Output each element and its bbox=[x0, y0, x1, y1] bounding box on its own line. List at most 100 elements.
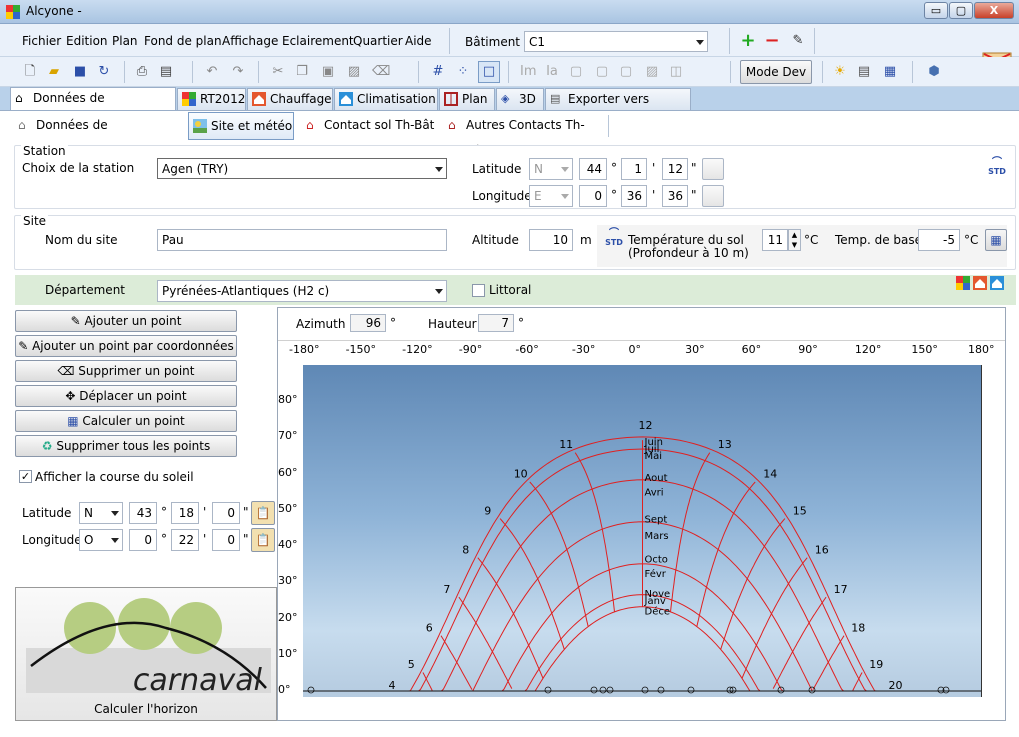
close-button[interactable]: X bbox=[974, 2, 1014, 19]
eraser-icon[interactable]: ⌫ bbox=[372, 64, 390, 80]
base-temp-input[interactable]: -5 bbox=[918, 229, 960, 251]
hour-label: 15 bbox=[793, 505, 807, 518]
left-lat-min-input[interactable]: 18 bbox=[171, 502, 199, 524]
batiment-select[interactable]: C1 bbox=[524, 31, 708, 52]
hatch-zone-icon[interactable]: ▨ bbox=[644, 64, 660, 80]
calculate-horizon-button[interactable]: carnaval Calculer l'horizon bbox=[15, 587, 277, 721]
toolbar-separator bbox=[258, 61, 259, 83]
station-lat-sec-input[interactable]: 12 bbox=[662, 158, 688, 180]
menu-plan[interactable]: Plan bbox=[112, 34, 138, 48]
station-lon-sec-input[interactable]: 36 bbox=[662, 185, 688, 207]
menu-eclairement[interactable]: Eclairement bbox=[282, 34, 354, 48]
open-folder-icon[interactable]: ▰ bbox=[46, 64, 62, 80]
station-lat-min-input[interactable]: 1 bbox=[621, 158, 647, 180]
paste-lat-icon[interactable]: 📋 bbox=[251, 501, 275, 525]
add-point-button[interactable]: ✎ Ajouter un point bbox=[15, 310, 237, 332]
sec-symbol: " bbox=[691, 188, 697, 202]
refresh-icon[interactable]: ↻ bbox=[96, 64, 112, 80]
station-lon-min-input[interactable]: 36 bbox=[621, 185, 647, 207]
tab-chauffage[interactable]: Chauffage bbox=[247, 88, 333, 110]
undo-icon[interactable]: ↶ bbox=[204, 64, 220, 80]
table-icon[interactable]: ▦ bbox=[882, 64, 898, 80]
text-box-icon[interactable]: ▢ bbox=[568, 64, 584, 80]
new-file-icon[interactable]: 🗋 bbox=[22, 64, 38, 80]
sun-icon[interactable]: ☀ bbox=[832, 64, 848, 80]
left-lon-min-input[interactable]: 22 bbox=[171, 529, 199, 551]
departement-select[interactable]: Pyrénées-Atlantiques (H2 c) bbox=[157, 280, 447, 302]
print-preview-icon[interactable]: ▤ bbox=[158, 64, 174, 80]
left-lat-hemisphere-select[interactable]: N bbox=[79, 502, 123, 524]
site-name-input[interactable]: Pau bbox=[157, 229, 447, 251]
std-icon[interactable]: ⌒ STD bbox=[986, 158, 1008, 178]
measure-icon[interactable]: Im bbox=[520, 64, 537, 80]
calculator-icon[interactable]: ▦ bbox=[985, 229, 1007, 251]
tab-climatisation[interactable]: Climatisation bbox=[334, 88, 438, 110]
pen-icon[interactable]: ✎ bbox=[790, 33, 806, 49]
dot-grid-icon[interactable]: ⁘ bbox=[455, 64, 471, 80]
print-icon[interactable]: ⎙ bbox=[134, 64, 150, 80]
menu-fichier[interactable]: Fichier bbox=[22, 34, 61, 48]
tab-exporter-pleiades[interactable]: ▤Exporter vers Pleiades bbox=[545, 88, 691, 126]
frame-icon[interactable]: □ bbox=[478, 61, 500, 83]
add-icon[interactable]: + bbox=[740, 32, 756, 50]
grid-icon[interactable]: # bbox=[430, 64, 446, 80]
copy-icon[interactable]: ❐ bbox=[294, 64, 310, 80]
menu-edition[interactable]: Edition bbox=[66, 34, 108, 48]
menu-aide[interactable]: Aide bbox=[405, 34, 432, 48]
remove-icon[interactable]: − bbox=[764, 32, 780, 50]
shape-icon[interactable]: ◫ bbox=[668, 64, 684, 80]
menu-fond-de-plan[interactable]: Fond de plan bbox=[144, 34, 222, 48]
window-blind-icon[interactable]: ▤ bbox=[856, 64, 872, 80]
paste-lon-icon[interactable]: 📋 bbox=[251, 528, 275, 552]
energy-labels-icon[interactable] bbox=[956, 276, 1004, 290]
delete-point-button[interactable]: ⌫ Supprimer un point bbox=[15, 360, 237, 382]
add-point-coords-button[interactable]: ✎ Ajouter un point par coordonnées bbox=[15, 335, 237, 357]
paste-icon[interactable]: ▣ bbox=[320, 64, 336, 80]
subtab-autres-contacts[interactable]: ⌂Autres Contacts Th-Bât bbox=[444, 112, 604, 158]
subtab-site-meteo[interactable]: Site et météo bbox=[188, 112, 294, 140]
soil-temp-spinner[interactable]: ▲ ▼ bbox=[788, 229, 801, 251]
menu-quartier[interactable]: Quartier bbox=[353, 34, 403, 48]
station-lat-extra-button[interactable] bbox=[702, 158, 724, 180]
station-lat-hemisphere-select[interactable]: N bbox=[529, 158, 573, 180]
left-lat-sec-input[interactable]: 0 bbox=[212, 502, 240, 524]
left-lon-hemisphere-select[interactable]: O bbox=[79, 529, 123, 551]
station-select[interactable]: Agen (TRY) bbox=[157, 158, 447, 179]
export-icon[interactable]: ⬢ bbox=[926, 64, 942, 80]
tab-3d[interactable]: ◈ 3D bbox=[496, 88, 544, 110]
show-sun-course-checkbox[interactable]: ✓ bbox=[19, 470, 32, 483]
tab-rt2012[interactable]: RT2012 bbox=[177, 88, 246, 110]
left-lon-sec-input[interactable]: 0 bbox=[212, 529, 240, 551]
minimize-button[interactable]: ▭ bbox=[924, 2, 948, 19]
room-icon[interactable]: ▢ bbox=[594, 64, 610, 80]
littoral-checkbox[interactable] bbox=[472, 284, 485, 297]
altitude-input[interactable]: 10 bbox=[529, 229, 573, 251]
label-icon[interactable]: Ia bbox=[544, 64, 560, 80]
menu-affichage[interactable]: Affichage bbox=[222, 34, 278, 48]
room-alt-icon[interactable]: ▢ bbox=[618, 64, 634, 80]
departement-label: Département bbox=[45, 283, 125, 297]
station-lon-deg-input[interactable]: 0 bbox=[579, 185, 607, 207]
subtab-donnees-construction[interactable]: ⌂Données de construction bbox=[14, 112, 182, 158]
maximize-button[interactable]: ▢ bbox=[949, 2, 973, 19]
soil-temp-input[interactable]: 11 bbox=[762, 229, 788, 251]
compute-point-button[interactable]: ▦ Calculer un point bbox=[15, 410, 237, 432]
move-point-button[interactable]: ✥ Déplacer un point bbox=[15, 385, 237, 407]
subtab-contact-sol[interactable]: ⌂ Contact sol Th-Bât bbox=[302, 112, 438, 140]
redo-icon[interactable]: ↷ bbox=[230, 64, 246, 80]
cut-icon[interactable]: ✂ bbox=[270, 64, 286, 80]
delete-all-points-button[interactable]: ♻ Supprimer tous les points bbox=[15, 435, 237, 457]
tab-donnees-construction[interactable]: ⌂Données de construction bbox=[10, 87, 176, 125]
left-lat-deg-input[interactable]: 43 bbox=[129, 502, 157, 524]
station-lon-extra-button[interactable] bbox=[702, 185, 724, 207]
hatch-icon[interactable]: ▨ bbox=[346, 64, 362, 80]
tab-plan[interactable]: Plan bbox=[439, 88, 495, 110]
save-icon[interactable]: ■ bbox=[72, 64, 88, 80]
plan-icon bbox=[444, 92, 458, 106]
std-icon[interactable]: ⌒ STD bbox=[603, 229, 625, 249]
station-lat-deg-input[interactable]: 44 bbox=[579, 158, 607, 180]
mode-dev-button[interactable]: Mode Dev bbox=[740, 60, 812, 84]
station-lon-hemisphere-select[interactable]: E bbox=[529, 185, 573, 207]
sun-path-diagram[interactable]: Azimuth 96 ° Hauteur 7 ° -180° -150° -120°… bbox=[277, 307, 1006, 721]
left-lon-deg-input[interactable]: 0 bbox=[129, 529, 157, 551]
